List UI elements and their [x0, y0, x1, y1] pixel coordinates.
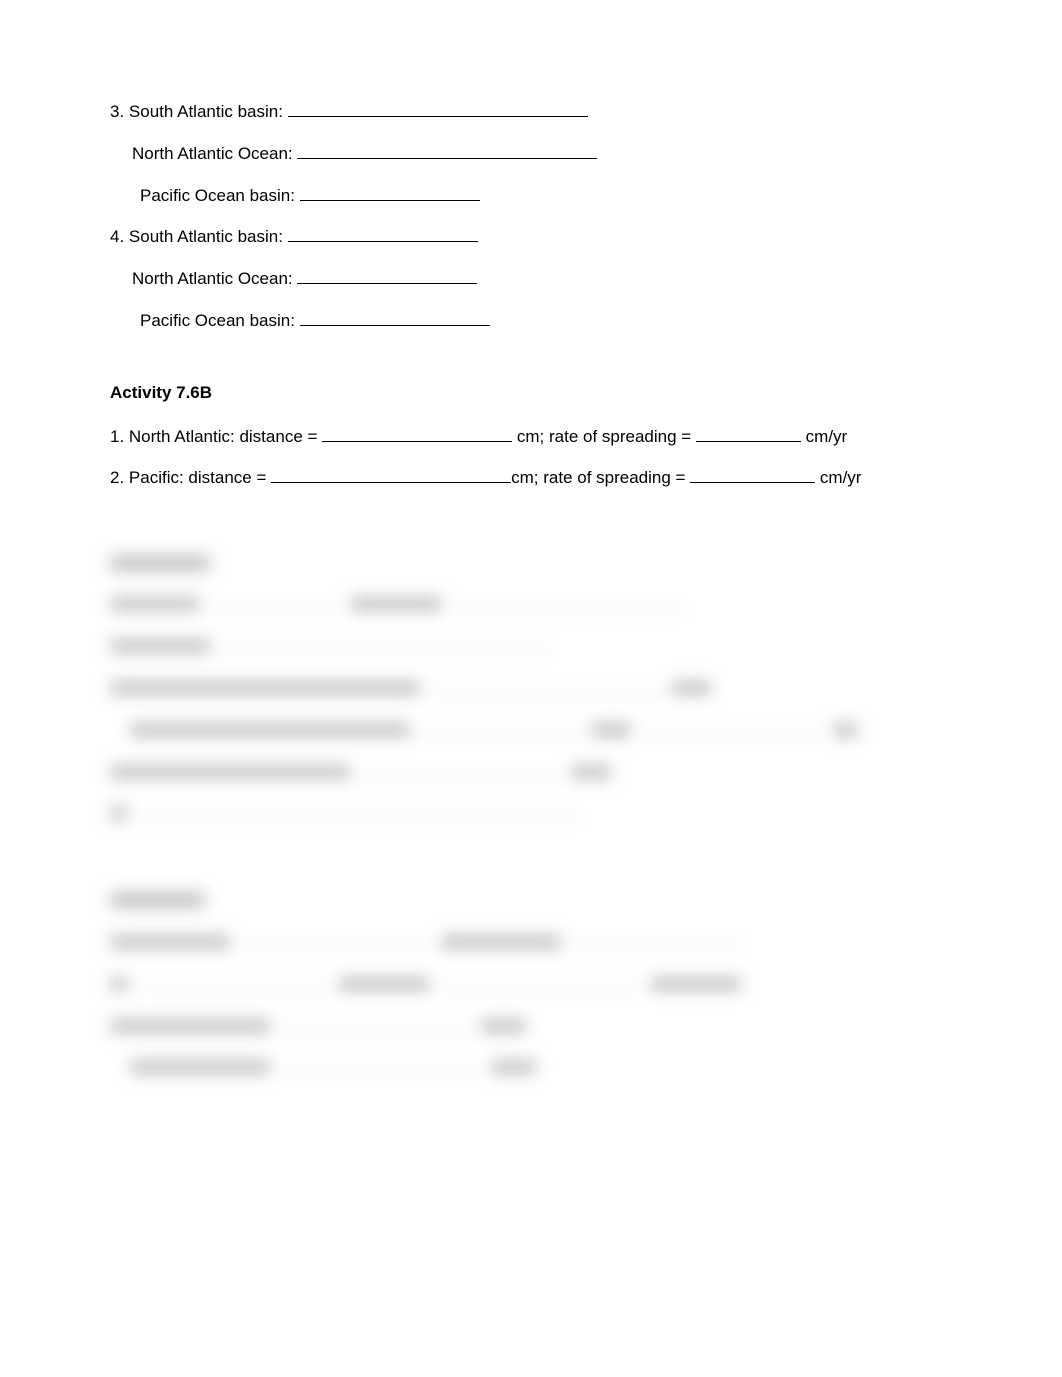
- q3-sub2-blank[interactable]: [300, 184, 480, 201]
- b2-distance-blank[interactable]: [271, 466, 511, 483]
- blur-row: [110, 1055, 952, 1079]
- b2-line: 2. Pacific: distance = cm; rate of sprea…: [110, 466, 952, 490]
- b2-suffix: cm/yr: [815, 468, 861, 487]
- q3-sub1-line: North Atlantic Ocean:: [110, 142, 952, 166]
- q3-line: 3. South Atlantic basin:: [110, 100, 952, 124]
- blur-row: [110, 801, 952, 825]
- q4-line: 4. South Atlantic basin:: [110, 225, 952, 249]
- b2-rate-blank[interactable]: [690, 466, 815, 483]
- b1-mid: cm; rate of spreading =: [512, 427, 696, 446]
- b1-suffix: cm/yr: [801, 427, 847, 446]
- q4-sub1-line: North Atlantic Ocean:: [110, 267, 952, 291]
- b1-line: 1. North Atlantic: distance = cm; rate o…: [110, 425, 952, 449]
- b1-rate-blank[interactable]: [696, 425, 801, 442]
- b2-mid: cm; rate of spreading =: [511, 468, 690, 487]
- b2-prefix: 2. Pacific: distance =: [110, 468, 271, 487]
- q4-sub2-label: Pacific Ocean basin:: [140, 311, 300, 330]
- blur-row: [110, 592, 952, 616]
- q4-sub2-blank[interactable]: [300, 309, 490, 326]
- blur-heading-1: [110, 550, 952, 574]
- blurred-preview-region: [110, 550, 952, 1079]
- q3-sub2-line: Pacific Ocean basin:: [110, 184, 952, 208]
- activity-heading: Activity 7.6B: [110, 381, 952, 405]
- q3-sub1-blank[interactable]: [297, 142, 597, 159]
- blur-row: [110, 717, 952, 741]
- q3-sub1-label: North Atlantic Ocean:: [132, 144, 297, 163]
- blur-row: [110, 1013, 952, 1037]
- blur-heading-2: [110, 888, 952, 912]
- q4-label: 4. South Atlantic basin:: [110, 227, 288, 246]
- b1-prefix: 1. North Atlantic: distance =: [110, 427, 322, 446]
- q3-label: 3. South Atlantic basin:: [110, 102, 288, 121]
- blur-row: [110, 759, 952, 783]
- q4-sub1-label: North Atlantic Ocean:: [132, 269, 297, 288]
- blur-row: [110, 930, 952, 954]
- q3-blank[interactable]: [288, 100, 588, 117]
- blur-row: [110, 634, 952, 658]
- blur-row: [110, 676, 952, 700]
- q4-sub2-line: Pacific Ocean basin:: [110, 309, 952, 333]
- blur-row: [110, 971, 952, 995]
- b1-distance-blank[interactable]: [322, 425, 512, 442]
- q3-sub2-label: Pacific Ocean basin:: [140, 186, 300, 205]
- q4-sub1-blank[interactable]: [297, 267, 477, 284]
- q4-blank[interactable]: [288, 225, 478, 242]
